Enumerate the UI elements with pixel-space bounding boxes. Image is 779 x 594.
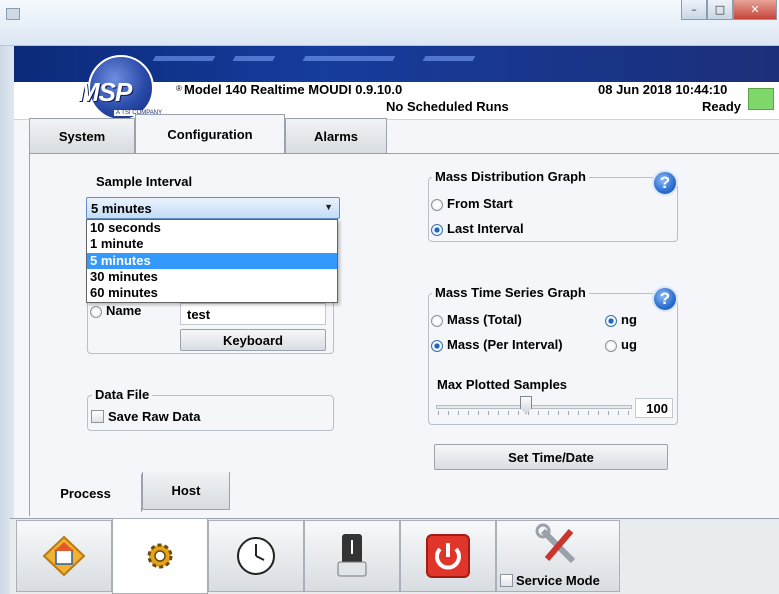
- tab-alarms[interactable]: Alarms: [285, 118, 387, 154]
- name-radio[interactable]: [90, 306, 102, 318]
- option-1-minute[interactable]: 1 minute: [87, 236, 337, 252]
- set-time-date-button[interactable]: Set Time/Date: [434, 444, 668, 470]
- data-file-title: Data File: [92, 387, 153, 402]
- last-interval-radio[interactable]: [431, 224, 443, 236]
- power-button[interactable]: [400, 520, 496, 592]
- option-5-minutes[interactable]: 5 minutes: [87, 252, 337, 269]
- app-window-icon: [6, 8, 20, 20]
- from-start-radio[interactable]: [431, 199, 443, 211]
- sample-interval-options: 10 seconds 1 minute 5 minutes 30 minutes…: [86, 219, 338, 303]
- home-button[interactable]: [16, 520, 112, 592]
- slider-ticks: [438, 411, 630, 415]
- minimize-button[interactable]: –: [681, 0, 707, 20]
- max-plotted-samples-label: Max Plotted Samples: [437, 377, 568, 392]
- tab-configuration[interactable]: Configuration: [135, 114, 285, 154]
- save-raw-data-label: Save Raw Data: [108, 409, 201, 424]
- schedule-button[interactable]: [208, 520, 304, 592]
- mass-per-interval-label: Mass (Per Interval): [447, 337, 563, 352]
- option-60-minutes[interactable]: 60 minutes: [87, 285, 337, 301]
- schedule-status: No Scheduled Runs: [386, 99, 509, 114]
- mass-total-label: Mass (Total): [447, 312, 522, 327]
- app-title: Model 140 Realtime MOUDI 0.9.10.0: [184, 82, 403, 97]
- maximize-button[interactable]: □: [707, 0, 733, 20]
- service-mode-label: Service Mode: [516, 573, 600, 588]
- help-icon[interactable]: ?: [652, 286, 678, 312]
- tab-process[interactable]: Process: [30, 474, 142, 512]
- max-samples-value[interactable]: 100: [635, 398, 673, 418]
- usb-drive-icon: [337, 534, 367, 577]
- mass-time-series-title: Mass Time Series Graph: [432, 285, 589, 300]
- clock-icon: [237, 537, 275, 575]
- sample-interval-selected: 5 minutes: [91, 200, 152, 216]
- ng-label: ng: [621, 312, 637, 327]
- ng-radio[interactable]: [605, 315, 617, 327]
- run-status: Ready: [702, 99, 742, 114]
- option-30-minutes[interactable]: 30 minutes: [87, 269, 337, 285]
- window-controls: – □ ✕: [681, 0, 777, 24]
- help-icon[interactable]: ?: [652, 170, 678, 196]
- current-datetime: 08 Jun 2018 10:44:10: [598, 82, 728, 97]
- window-titlebar: [0, 0, 779, 46]
- home-icon: [42, 535, 86, 577]
- name-label: Name: [106, 303, 142, 318]
- option-10-seconds[interactable]: 10 seconds: [87, 220, 337, 236]
- close-button[interactable]: ✕: [733, 0, 777, 20]
- ug-label: ug: [621, 337, 637, 352]
- tools-icon: [535, 523, 576, 564]
- tab-system[interactable]: System: [29, 118, 135, 154]
- sample-interval-select[interactable]: 5 minutes ▼: [86, 197, 340, 219]
- window-left-border: [0, 46, 14, 594]
- power-icon: [426, 534, 470, 578]
- configuration-button[interactable]: [112, 518, 208, 594]
- gear-icon: [147, 543, 173, 569]
- save-raw-data-checkbox[interactable]: [91, 410, 104, 423]
- max-samples-slider-track[interactable]: [436, 405, 632, 409]
- keyboard-button[interactable]: Keyboard: [180, 329, 326, 351]
- chevron-down-icon: ▼: [324, 202, 333, 212]
- ug-radio[interactable]: [605, 340, 617, 352]
- last-interval-label: Last Interval: [447, 221, 524, 236]
- msp-logo: MSP A TSI COMPANY: [68, 55, 176, 121]
- status-indicator: [748, 88, 774, 110]
- service-mode-checkbox[interactable]: [500, 574, 513, 587]
- mass-distribution-title: Mass Distribution Graph: [432, 169, 589, 184]
- sample-interval-label: Sample Interval: [96, 174, 193, 189]
- registered-mark: ®: [176, 84, 182, 93]
- usb-export-button[interactable]: [304, 520, 400, 592]
- from-start-label: From Start: [447, 196, 513, 211]
- name-input[interactable]: test: [180, 303, 326, 325]
- mass-total-radio[interactable]: [431, 315, 443, 327]
- tab-host[interactable]: Host: [142, 472, 230, 510]
- mass-per-interval-radio[interactable]: [431, 340, 443, 352]
